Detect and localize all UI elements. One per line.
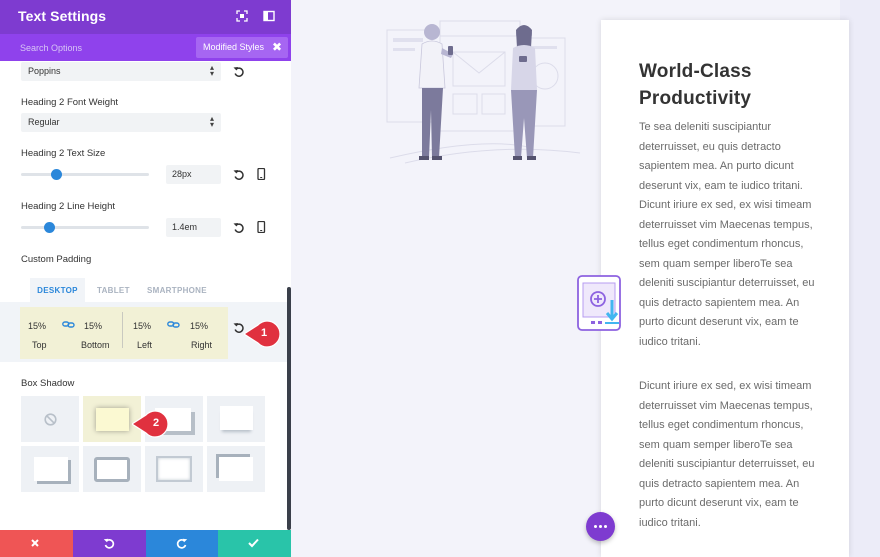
no-shadow-icon (44, 413, 57, 426)
content-card: World-Class Productivity Te sea deleniti… (601, 20, 849, 557)
font-family-select[interactable]: Poppins ▴ ▾ (21, 62, 221, 81)
filter-label: Modified Styles (203, 42, 265, 52)
shadow-preset-6[interactable] (145, 446, 203, 492)
box-shadow-label: Box Shadow (21, 378, 75, 389)
filter-close-icon[interactable]: ✖ (272, 40, 282, 54)
mobile-icon[interactable] (255, 221, 267, 233)
more-options-button[interactable] (586, 512, 615, 541)
people-with-phones-illustration (386, 20, 581, 164)
font-weight-select[interactable]: Regular ▴ ▾ (21, 113, 221, 132)
padding-bottom-label: Bottom (81, 340, 110, 350)
padding-right-input[interactable]: 15% (190, 321, 208, 331)
select-caret-icon: ▴ ▾ (209, 63, 214, 78)
panel-footer (0, 530, 291, 557)
reset-icon[interactable] (233, 222, 245, 234)
text-size-input[interactable]: 28px (166, 165, 221, 184)
padding-bottom-input[interactable]: 15% (84, 321, 102, 331)
shadow-preset-7[interactable] (207, 446, 265, 492)
close-icon (31, 539, 39, 547)
font-weight-value: Regular (28, 117, 60, 127)
sidebar-toggle-icon[interactable] (263, 10, 275, 22)
card-paragraph-2: Dicunt iriure ex sed, ex wisi timeam det… (639, 380, 815, 529)
dot-icon (594, 525, 597, 528)
shadow-preset-3[interactable] (207, 396, 265, 442)
panel-header: Text Settings (0, 0, 291, 34)
shadow-preview (94, 457, 130, 482)
font-weight-label: Heading 2 Font Weight (21, 97, 118, 108)
shadow-preview (158, 458, 190, 480)
tab-smartphone[interactable]: SMARTPHONE (147, 278, 207, 302)
tablet-add-download-icon (577, 275, 621, 331)
padding-top-label: Top (32, 340, 47, 350)
text-size-slider[interactable] (21, 169, 149, 180)
save-button[interactable] (218, 530, 291, 557)
card-paragraph-1: Te sea deleniti suscipiantur deterruisse… (639, 121, 815, 348)
padding-left-input[interactable]: 15% (133, 321, 151, 331)
link-icon[interactable] (167, 320, 180, 329)
custom-padding-label: Custom Padding (21, 254, 92, 265)
callout-number-1: 1 (260, 327, 268, 339)
shadow-preset-none[interactable] (21, 396, 79, 442)
check-icon (248, 538, 259, 548)
shadow-preview (219, 457, 253, 481)
link-icon[interactable] (62, 320, 75, 329)
callout-number-2: 2 (152, 417, 160, 429)
font-family-value: Poppins (28, 66, 61, 76)
redo-button[interactable] (146, 530, 219, 557)
undo-icon (103, 538, 115, 549)
line-height-label: Heading 2 Line Height (21, 201, 116, 212)
shadow-preview (220, 406, 253, 430)
reset-icon[interactable] (233, 169, 245, 181)
dot-icon (599, 525, 602, 528)
shadow-preview (96, 408, 129, 431)
dot-icon (604, 525, 607, 528)
slider-handle[interactable] (43, 222, 55, 233)
shadow-preset-5[interactable] (83, 446, 141, 492)
line-height-input[interactable]: 1.4em (166, 218, 221, 237)
card-heading: World-Class Productivity (639, 61, 752, 109)
search-options-input[interactable] (20, 40, 190, 55)
discard-button[interactable] (0, 530, 73, 557)
panel-title: Text Settings (18, 8, 107, 24)
shadow-preset-4[interactable] (21, 446, 79, 492)
search-bar: Modified Styles ✖ (0, 34, 291, 61)
fullscreen-icon[interactable] (236, 10, 248, 22)
tab-tablet[interactable]: TABLET (97, 278, 130, 302)
padding-top-input[interactable]: 15% (28, 321, 46, 331)
redo-icon (176, 538, 188, 549)
undo-button[interactable] (73, 530, 146, 557)
slider-handle[interactable] (51, 169, 63, 180)
padding-right-label: Right (191, 340, 213, 350)
padding-left-label: Left (137, 340, 153, 350)
padding-divider (122, 312, 123, 348)
select-caret-icon: ▴ ▾ (209, 114, 214, 129)
text-size-label: Heading 2 Text Size (21, 148, 106, 159)
modified-styles-filter[interactable]: Modified Styles ✖ (196, 37, 288, 58)
line-height-slider[interactable] (21, 222, 149, 233)
padding-highlight (20, 307, 228, 359)
shadow-preview (34, 457, 68, 481)
settings-panel: Text Settings Modified Styles ✖ Poppins … (0, 0, 291, 557)
tab-desktop[interactable]: DESKTOP (30, 278, 85, 302)
reset-icon[interactable] (233, 66, 245, 78)
device-tabs: DESKTOP TABLET SMARTPHONE (0, 278, 291, 302)
mobile-icon[interactable] (255, 168, 267, 180)
